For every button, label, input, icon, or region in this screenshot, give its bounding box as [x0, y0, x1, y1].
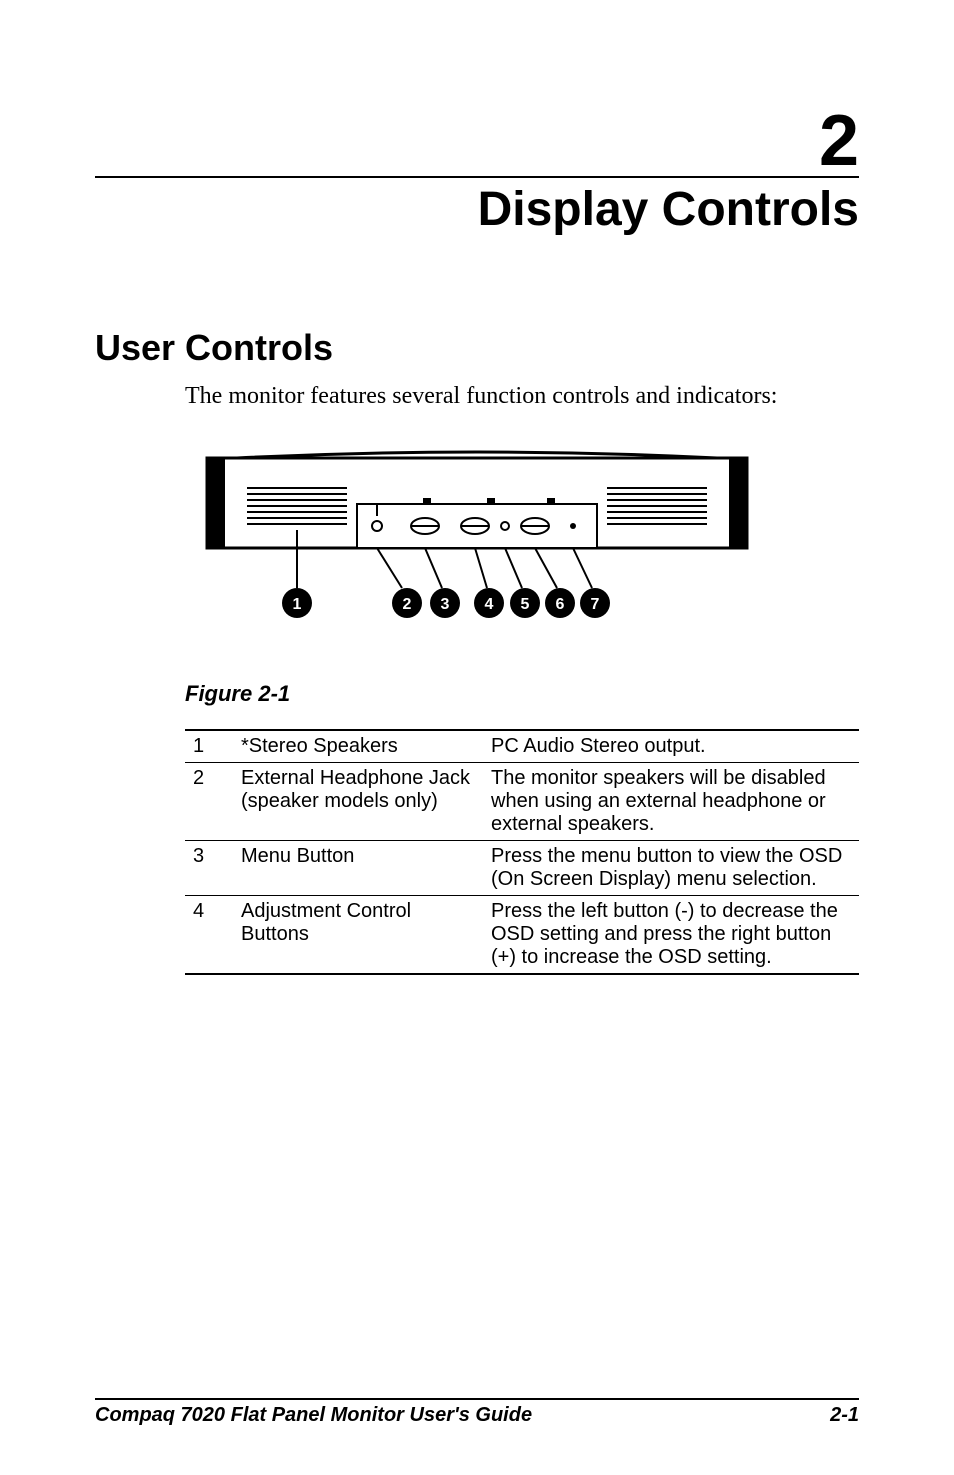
svg-text:2: 2 [403, 596, 412, 613]
svg-text:7: 7 [591, 596, 600, 613]
control-name: *Stereo Speakers [233, 730, 483, 763]
table-row: 4 Adjustment Control Buttons Press the l… [185, 896, 859, 975]
section-body-text: The monitor features several function co… [185, 383, 859, 410]
row-number: 4 [185, 896, 233, 975]
section-heading-user-controls: User Controls [95, 327, 859, 369]
control-description: Press the left button (-) to decrease th… [483, 896, 859, 975]
footer-title: Compaq 7020 Flat Panel Monitor User's Gu… [95, 1404, 532, 1427]
svg-text:5: 5 [521, 596, 530, 613]
row-number: 3 [185, 841, 233, 896]
svg-text:4: 4 [485, 596, 494, 613]
monitor-controls-diagram-icon: 1 2 3 4 5 6 7 [197, 438, 757, 648]
figure-caption: Figure 2-1 [185, 681, 859, 707]
row-number: 1 [185, 730, 233, 763]
control-description: Press the menu button to view the OSD (O… [483, 841, 859, 896]
control-description: The monitor speakers will be disabled wh… [483, 763, 859, 841]
controls-legend-table: 1 *Stereo Speakers PC Audio Stereo outpu… [185, 729, 859, 975]
row-number: 2 [185, 763, 233, 841]
control-name: Adjustment Control Buttons [233, 896, 483, 975]
control-description: PC Audio Stereo output. [483, 730, 859, 763]
footer-page-number: 2-1 [830, 1404, 859, 1427]
page-footer: Compaq 7020 Flat Panel Monitor User's Gu… [95, 1398, 859, 1427]
table-row: 3 Menu Button Press the menu button to v… [185, 841, 859, 896]
svg-text:1: 1 [293, 596, 302, 613]
chapter-rule [95, 176, 859, 178]
table-row: 1 *Stereo Speakers PC Audio Stereo outpu… [185, 730, 859, 763]
chapter-number: 2 [819, 101, 859, 181]
svg-text:6: 6 [556, 596, 565, 613]
table-row: 2 External Headphone Jack (speaker model… [185, 763, 859, 841]
control-name: Menu Button [233, 841, 483, 896]
svg-text:3: 3 [441, 596, 450, 613]
figure-monitor-controls: 1 2 3 4 5 6 7 [95, 438, 859, 653]
control-name: External Headphone Jack (speaker models … [233, 763, 483, 841]
chapter-title: Display Controls [478, 183, 859, 236]
